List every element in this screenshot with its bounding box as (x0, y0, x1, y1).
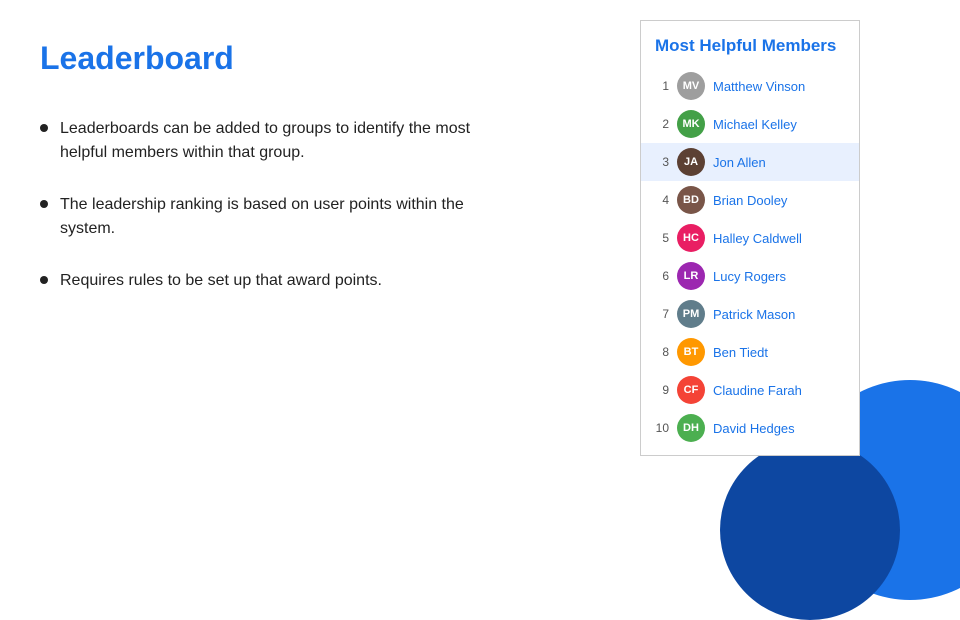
bullet-text-1: Leaderboards can be added to groups to i… (60, 117, 500, 165)
rank-number: 6 (651, 269, 669, 283)
member-name: Matthew Vinson (713, 79, 805, 94)
avatar: BD (677, 186, 705, 214)
rank-number: 7 (651, 307, 669, 321)
member-name: Ben Tiedt (713, 345, 768, 360)
rank-number: 1 (651, 79, 669, 93)
member-name: Claudine Farah (713, 383, 802, 398)
bullet-dot (40, 124, 48, 132)
rank-number: 4 (651, 193, 669, 207)
avatar: PM (677, 300, 705, 328)
member-name: Michael Kelley (713, 117, 797, 132)
bullet-item-1: Leaderboards can be added to groups to i… (40, 117, 500, 165)
bullet-text-3: Requires rules to be set up that award p… (60, 269, 382, 293)
member-name: Lucy Rogers (713, 269, 786, 284)
bullet-text-2: The leadership ranking is based on user … (60, 193, 500, 241)
avatar: HC (677, 224, 705, 252)
leaderboard-item[interactable]: 3 JA Jon Allen (641, 143, 859, 181)
avatar: MV (677, 72, 705, 100)
leaderboard-item[interactable]: 10 DH David Hedges (641, 409, 859, 447)
rank-number: 8 (651, 345, 669, 359)
rank-number: 10 (651, 421, 669, 435)
bullet-item-3: Requires rules to be set up that award p… (40, 269, 500, 293)
bullet-list: Leaderboards can be added to groups to i… (40, 117, 500, 293)
bullet-dot (40, 200, 48, 208)
rank-number: 3 (651, 155, 669, 169)
leaderboard-item[interactable]: 1 MV Matthew Vinson (641, 67, 859, 105)
rank-number: 9 (651, 383, 669, 397)
leaderboard-item[interactable]: 9 CF Claudine Farah (641, 371, 859, 409)
avatar: JA (677, 148, 705, 176)
rank-number: 5 (651, 231, 669, 245)
leaderboard-item[interactable]: 5 HC Halley Caldwell (641, 219, 859, 257)
leaderboard-members: 1 MV Matthew Vinson 2 MK Michael Kelley 3 JA Jon… (641, 67, 859, 447)
avatar: DH (677, 414, 705, 442)
leaderboard-item[interactable]: 4 BD Brian Dooley (641, 181, 859, 219)
avatar: BT (677, 338, 705, 366)
page-title: Leaderboard (40, 40, 500, 77)
avatar: LR (677, 262, 705, 290)
leaderboard-item[interactable]: 8 BT Ben Tiedt (641, 333, 859, 371)
leaderboard-item[interactable]: 7 PM Patrick Mason (641, 295, 859, 333)
member-name: Brian Dooley (713, 193, 787, 208)
rank-number: 2 (651, 117, 669, 131)
member-name: Jon Allen (713, 155, 766, 170)
leaderboard-item[interactable]: 2 MK Michael Kelley (641, 105, 859, 143)
leaderboard-panel: Most Helpful Members 1MVMatthew Vinson2M… (640, 20, 860, 456)
bullet-item-2: The leadership ranking is based on user … (40, 193, 500, 241)
avatar: MK (677, 110, 705, 138)
bullet-dot (40, 276, 48, 284)
member-name: Halley Caldwell (713, 231, 802, 246)
left-panel: Leaderboard Leaderboards can be added to… (40, 40, 500, 321)
avatar: CF (677, 376, 705, 404)
leaderboard-title: Most Helpful Members (641, 21, 859, 67)
member-name: Patrick Mason (713, 307, 795, 322)
leaderboard-item[interactable]: 6 LR Lucy Rogers (641, 257, 859, 295)
deco-circle-inner (720, 440, 900, 620)
member-name: David Hedges (713, 421, 795, 436)
